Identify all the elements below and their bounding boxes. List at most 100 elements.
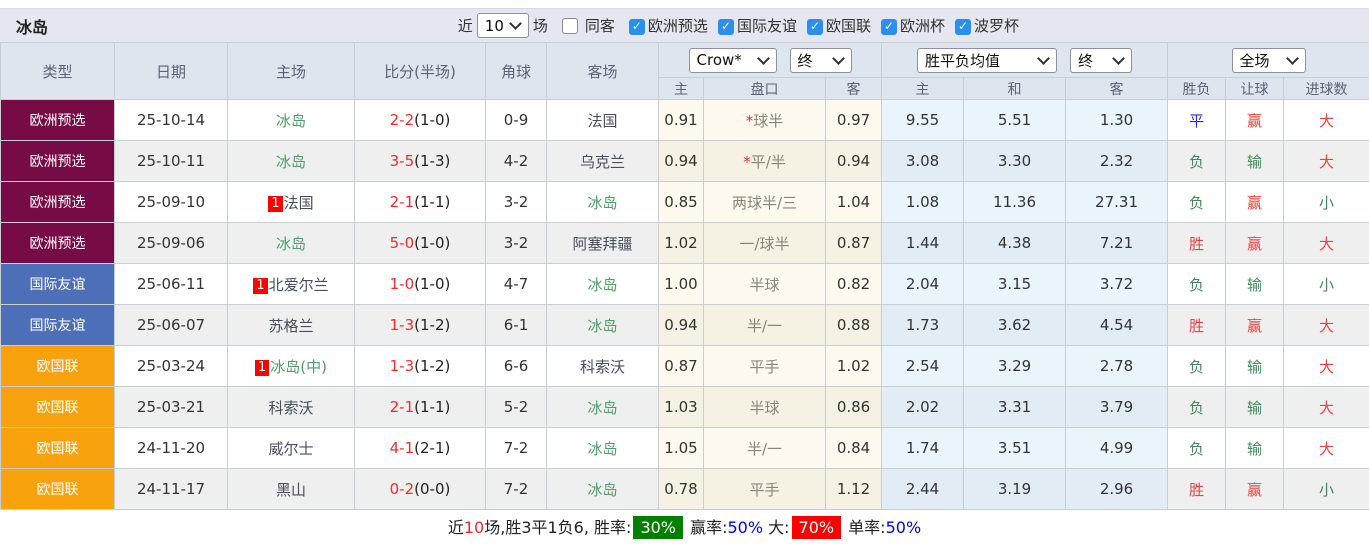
cell-mean-away: 2.78 [1065,345,1169,387]
cell-away-team: 冰岛 [546,427,659,469]
team-title: 冰岛 [16,17,49,37]
cell-date: 24-11-20 [114,427,228,469]
cell-corners: 5-2 [485,386,547,428]
cell-handicap-line: 半球 [703,263,826,305]
cell-date: 25-06-07 [114,304,228,346]
cell-home-team: 冰岛 [227,140,355,182]
cell-corners: 4-2 [485,140,547,182]
cell-goals-result: 小 [1283,181,1369,223]
cell-handicap-result: 输 [1225,345,1285,387]
mean-type-select[interactable]: 胜平负均值 [917,47,1058,73]
matches-table: 类型 日期 主场 比分(半场) 角球 客场 Crow* 终 胜平负均值 终 全场… [0,42,1369,510]
cell-date: 25-09-10 [114,181,228,223]
cell-score: 5-0(1-0) [354,222,486,264]
recent-label: 近 [457,17,473,35]
cell-mean-home: 2.54 [881,345,965,387]
header-type: 类型 [0,42,115,100]
cell-mean-draw: 5.51 [963,99,1067,141]
cell-odds-away: 0.82 [824,263,883,305]
cell-competition: 欧洲预选 [0,181,115,223]
competition-label: 波罗杯 [973,17,1019,35]
cell-handicap-result: 输 [1225,427,1285,469]
competition-checkbox[interactable] [954,18,971,35]
cell-away-team: 冰岛 [546,181,659,223]
cell-corners: 3-2 [485,181,547,223]
games-label: 场 [532,17,548,35]
cell-competition: 国际友谊 [0,304,115,346]
cell-handicap-result: 赢 [1225,99,1285,141]
summary-text: 近10场,胜3平1负6, 胜率: 30% 赢率:50% 大: 70% 单率:50% [447,516,922,539]
cell-odds-home: 0.94 [658,140,704,182]
scope-select[interactable]: 全场 [1231,47,1306,73]
cell-odds-home: 1.03 [658,386,704,428]
cell-result: 胜 [1167,468,1227,510]
cell-home-team: 1 冰岛(中) [227,345,355,387]
cell-mean-away: 2.32 [1065,140,1169,182]
same-away-label: 同客 [584,17,615,35]
competition-filters: 欧洲预选 国际友谊 欧国联 欧洲杯 波罗杯 [619,15,1019,36]
cell-handicap-result: 赢 [1225,222,1285,264]
cell-goals-result: 小 [1283,468,1369,510]
cell-mean-draw: 11.36 [963,181,1067,223]
cell-handicap-result: 赢 [1225,304,1285,346]
cell-competition: 国际友谊 [0,263,115,305]
cell-mean-home: 2.04 [881,263,965,305]
cell-mean-away: 4.54 [1065,304,1169,346]
cell-mean-home: 2.44 [881,468,965,510]
header-mean-away: 客 [1065,77,1169,100]
cell-handicap-line: 平手 [703,468,826,510]
cell-handicap-result: 输 [1225,263,1285,305]
header-result: 胜负 [1167,77,1227,100]
cell-away-team: 科索沃 [546,345,659,387]
cell-mean-draw: 4.38 [963,222,1067,264]
cell-competition: 欧国联 [0,386,115,428]
competition-label: 欧国联 [825,17,871,35]
competition-checkbox[interactable] [806,18,823,35]
header-goals: 进球数 [1283,77,1369,100]
cell-away-team: 乌克兰 [546,140,659,182]
cell-mean-home: 9.55 [881,99,965,141]
cell-score: 2-1(1-1) [354,181,486,223]
cell-handicap-line: 半/一 [703,427,826,469]
cell-date: 25-03-21 [114,386,228,428]
cell-goals-result: 大 [1283,222,1369,264]
cell-odds-home: 1.00 [658,263,704,305]
cell-score: 2-2(1-0) [354,99,486,141]
same-away-checkbox[interactable] [561,17,578,34]
cell-mean-home: 1.74 [881,427,965,469]
bookmaker-select[interactable]: Crow* [688,47,777,73]
cell-odds-home: 0.85 [658,181,704,223]
cell-competition: 欧国联 [0,468,115,510]
cell-score: 1-0(1-0) [354,263,486,305]
cell-result: 胜 [1167,222,1227,264]
cell-result: 负 [1167,181,1227,223]
cell-result: 负 [1167,263,1227,305]
cell-mean-home: 1.44 [881,222,965,264]
cell-handicap-line: 两球半/三 [703,181,826,223]
competition-checkbox[interactable] [717,18,734,35]
mean-time-select[interactable]: 终 [1070,47,1133,73]
cell-score: 2-1(1-1) [354,386,486,428]
cell-odds-home: 1.02 [658,222,704,264]
cell-home-team: 冰岛 [227,222,355,264]
competition-checkbox[interactable] [628,18,645,35]
table-row: 国际友谊 25-06-11 1 北爱尔兰 1-0(1-0) 4-7 冰岛 1.00… [0,263,1369,305]
rate-badge: 70% [791,516,842,539]
cell-home-team: 黑山 [227,468,355,510]
recent-count-select[interactable]: 10 [476,13,529,38]
cell-away-team: 法国 [546,99,659,141]
cell-goals-result: 大 [1283,386,1369,428]
cell-mean-draw: 3.19 [963,468,1067,510]
cell-away-team: 冰岛 [546,304,659,346]
cell-odds-away: 0.86 [824,386,883,428]
odds-time-select[interactable]: 终 [789,47,852,73]
cell-handicap-result: 赢 [1225,468,1285,510]
cell-corners: 3-2 [485,222,547,264]
cell-result: 负 [1167,345,1227,387]
competition-checkbox[interactable] [880,18,897,35]
cell-mean-draw: 3.31 [963,386,1067,428]
header-date: 日期 [114,42,228,100]
table-row: 欧国联 24-11-17 黑山 0-2(0-0) 7-2 冰岛 0.78 平手 … [0,468,1369,510]
cell-mean-draw: 3.62 [963,304,1067,346]
cell-home-team: 苏格兰 [227,304,355,346]
